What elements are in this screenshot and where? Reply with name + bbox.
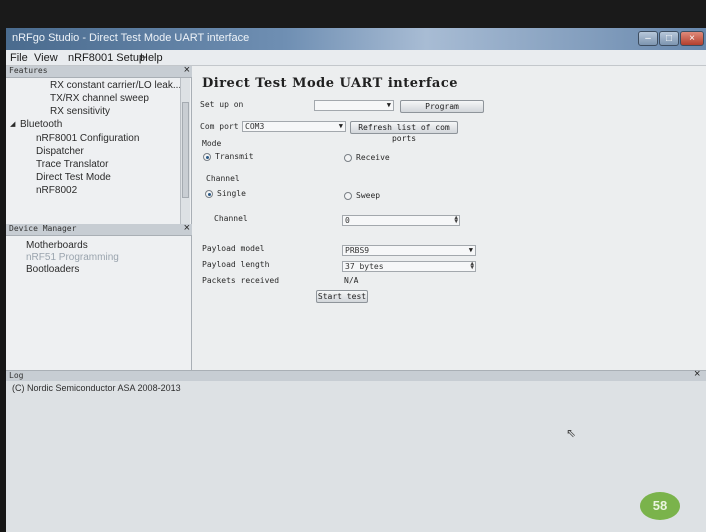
com-port-dropdown[interactable]: COM3 ▼ [242, 121, 346, 132]
payload-length-spinbox[interactable]: 37 bytes ▲ ▼ [342, 261, 476, 272]
log-line: (C) Nordic Semiconductor ASA 2008-2013 [12, 383, 181, 393]
com-port-label: Com port [200, 122, 239, 131]
features-tree: RX constant carrier/LO leak... TX/RX cha… [6, 78, 192, 226]
features-header-label: Features [9, 66, 48, 75]
setup-dropdown[interactable]: ▼ [314, 100, 394, 111]
payload-model-label: Payload model [202, 244, 265, 253]
menu-help[interactable]: Help [140, 52, 163, 64]
tree-item-rx-constant-carrier[interactable]: RX constant carrier/LO leak... [50, 80, 181, 91]
log-header-label: Log [9, 371, 24, 380]
title-bar[interactable]: nRFgo Studio - Direct Test Mode UART int… [6, 28, 706, 50]
setup-label: Set up on [200, 100, 244, 109]
page-title: Direct Test Mode UART interface [202, 76, 459, 91]
tree-item-nrf8001-configuration[interactable]: nRF8001 Configuration [36, 133, 139, 144]
tree-item-motherboards[interactable]: Motherboards [26, 240, 88, 251]
window-title: nRFgo Studio - Direct Test Mode UART int… [12, 32, 250, 44]
sweep-label: Sweep [356, 191, 381, 200]
transmit-radio[interactable] [203, 153, 211, 161]
log-area [6, 381, 706, 532]
payload-model-value: PRBS9 [345, 246, 370, 255]
maximize-button[interactable]: □ [659, 31, 679, 46]
features-scrollbar[interactable] [180, 78, 190, 226]
tree-item-rx-sensitivity[interactable]: RX sensitivity [50, 106, 110, 117]
program-button[interactable]: Program [400, 100, 484, 113]
features-close-icon[interactable]: × [184, 64, 190, 76]
chevron-down-icon: ▼ [386, 101, 391, 109]
payload-length-label: Payload length [202, 260, 270, 269]
channel-spinbox[interactable]: 0 ▲ ▼ [342, 215, 460, 226]
receive-label: Receive [356, 153, 390, 162]
menu-view[interactable]: View [34, 52, 58, 64]
tree-item-txrx-channel-sweep[interactable]: TX/RX channel sweep [50, 93, 149, 104]
overlay-badge: 58 [640, 492, 680, 520]
spin-arrows-icon[interactable]: ▲ ▼ [470, 261, 474, 271]
minimize-button[interactable]: – [638, 31, 658, 46]
log-header: Log [6, 370, 706, 381]
device-manager-close-icon[interactable]: × [184, 222, 190, 234]
device-manager-header-label: Device Manager [9, 224, 77, 233]
channel-label: Channel [214, 214, 248, 223]
single-radio[interactable] [205, 190, 213, 198]
device-manager-tree: Motherboards nRF51 Programming Bootloade… [6, 236, 192, 370]
payload-model-dropdown[interactable]: PRBS9 ▼ [342, 245, 476, 256]
chevron-down-icon: ▼ [338, 122, 343, 130]
receive-radio[interactable] [344, 154, 352, 162]
payload-length-value: 37 bytes [345, 262, 384, 271]
tree-item-bootloaders[interactable]: Bootloaders [26, 264, 79, 275]
log-close-icon[interactable]: × [694, 368, 700, 380]
menu-nrf8001-setup[interactable]: nRF8001 Setup [68, 52, 145, 64]
packets-received-label: Packets received [202, 276, 280, 285]
spin-arrows-icon[interactable]: ▲ ▼ [454, 215, 458, 225]
monitor-bezel [0, 0, 706, 30]
packets-received-value: N/A [344, 276, 359, 285]
mode-label: Mode [202, 139, 222, 148]
close-button[interactable]: × [680, 31, 704, 46]
tree-item-nrf8002[interactable]: nRF8002 [36, 185, 77, 196]
tree-expander-icon[interactable]: ◢ [10, 120, 15, 128]
refresh-com-ports-button[interactable]: Refresh list of com ports [350, 121, 458, 143]
channel-value: 0 [345, 216, 350, 225]
single-label: Single [217, 189, 246, 198]
tree-item-dispatcher[interactable]: Dispatcher [36, 146, 84, 157]
chevron-down-icon: ▼ [468, 246, 473, 254]
tree-item-trace-translator[interactable]: Trace Translator [36, 159, 108, 170]
tree-item-nrf51-programming[interactable]: nRF51 Programming [26, 252, 119, 263]
tree-item-bluetooth[interactable]: Bluetooth [20, 119, 62, 130]
features-header: Features × [6, 64, 192, 78]
transmit-label: Transmit [215, 152, 254, 161]
menu-bar: File View nRF8001 Setup Help [6, 50, 706, 66]
device-manager-header: Device Manager × [6, 222, 192, 236]
sweep-radio[interactable] [344, 192, 352, 200]
features-scrollbar-thumb[interactable] [182, 102, 189, 198]
mouse-cursor-icon: ⇖ [566, 426, 577, 440]
start-test-button[interactable]: Start test [316, 290, 368, 303]
com-port-value: COM3 [245, 122, 265, 131]
application-window: nRFgo Studio - Direct Test Mode UART int… [6, 28, 706, 532]
tree-item-direct-test-mode[interactable]: Direct Test Mode [36, 172, 111, 183]
channel-group-label: Channel [206, 174, 240, 183]
menu-file[interactable]: File [10, 52, 28, 64]
